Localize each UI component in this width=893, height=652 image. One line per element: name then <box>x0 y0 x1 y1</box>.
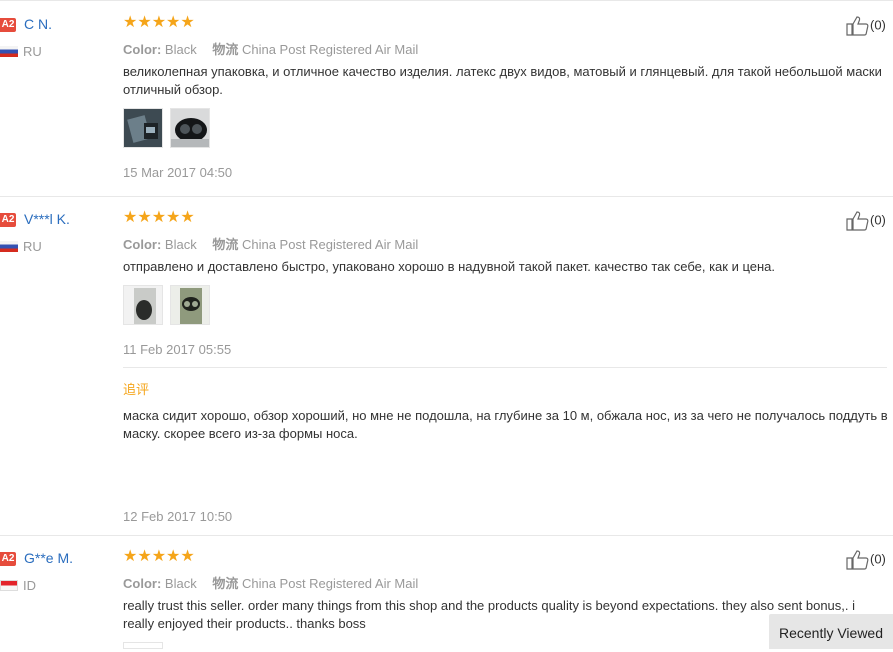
color-label: Color: <box>123 576 162 591</box>
review-date: 11 Feb 2017 05:55 <box>123 342 232 357</box>
review-photo-thumbnail[interactable] <box>170 285 210 325</box>
review-date: 15 Mar 2017 04:50 <box>123 165 233 180</box>
flag-icon <box>0 580 18 591</box>
shipping-value: China Post Registered Air Mail <box>241 237 419 252</box>
review-divider <box>0 535 893 536</box>
star-rating: ★★★★★ <box>123 14 195 31</box>
order-info: Color: Black 物流 China Post Registered Ai… <box>123 234 418 253</box>
shipping-label: 物流 <box>212 576 239 591</box>
reviewer-name[interactable]: G**e M. <box>24 550 73 566</box>
followup-title: 追评 <box>123 382 150 397</box>
star-rating: ★★★★★ <box>123 209 195 226</box>
shipping-label: 物流 <box>212 237 239 252</box>
top-divider <box>0 0 893 1</box>
color-value: Black <box>164 42 197 57</box>
order-info: Color: Black 物流 China Post Registered Ai… <box>123 39 418 58</box>
helpful-button[interactable]: (0) <box>846 16 886 36</box>
reviewer-country: RU <box>23 44 42 59</box>
thumbs-up-icon <box>846 550 869 570</box>
helpful-button[interactable]: (0) <box>846 550 886 570</box>
reviewer-name[interactable]: V***l K. <box>24 211 70 227</box>
buyer-level-badge: A2 <box>0 552 16 566</box>
shipping-value: China Post Registered Air Mail <box>241 42 419 57</box>
shipping-label: 物流 <box>212 42 239 57</box>
helpful-count: (0) <box>870 551 886 567</box>
review-text: отправлено и доставлено быстро, упакован… <box>123 259 775 274</box>
buyer-level-badge: A2 <box>0 18 16 32</box>
review-photo-thumbnail[interactable] <box>123 642 163 649</box>
color-label: Color: <box>123 237 162 252</box>
review-photo-thumbnail[interactable] <box>123 108 163 148</box>
buyer-level-badge: A2 <box>0 213 16 227</box>
flag-icon <box>0 241 18 252</box>
review-text: really trust this seller. order many thi… <box>123 598 855 631</box>
helpful-count: (0) <box>870 212 886 228</box>
recently-viewed-button[interactable]: Recently Viewed <box>769 614 893 649</box>
followup-date: 12 Feb 2017 10:50 <box>123 509 233 524</box>
reviewer-country: ID <box>23 578 36 593</box>
reviewer-country: RU <box>23 239 42 254</box>
flag-icon <box>0 46 18 57</box>
shipping-value: China Post Registered Air Mail <box>241 576 419 591</box>
reviewer-name[interactable]: C N. <box>24 16 52 32</box>
followup-text: маска сидит хорошо, обзор хороший, но мн… <box>123 408 888 441</box>
color-label: Color: <box>123 42 162 57</box>
thumbs-up-icon <box>846 16 869 36</box>
review-divider <box>0 196 893 197</box>
followup-divider <box>123 367 887 368</box>
star-rating: ★★★★★ <box>123 548 195 565</box>
review-text: великолепная упаковка, и отличное качест… <box>123 64 882 97</box>
order-info: Color: Black 物流 China Post Registered Ai… <box>123 573 418 592</box>
helpful-button[interactable]: (0) <box>846 211 886 231</box>
thumbs-up-icon <box>846 211 869 231</box>
color-value: Black <box>164 237 197 252</box>
color-value: Black <box>164 576 197 591</box>
review-photo-thumbnail[interactable] <box>170 108 210 148</box>
review-photo-thumbnail[interactable] <box>123 285 163 325</box>
helpful-count: (0) <box>870 17 886 33</box>
